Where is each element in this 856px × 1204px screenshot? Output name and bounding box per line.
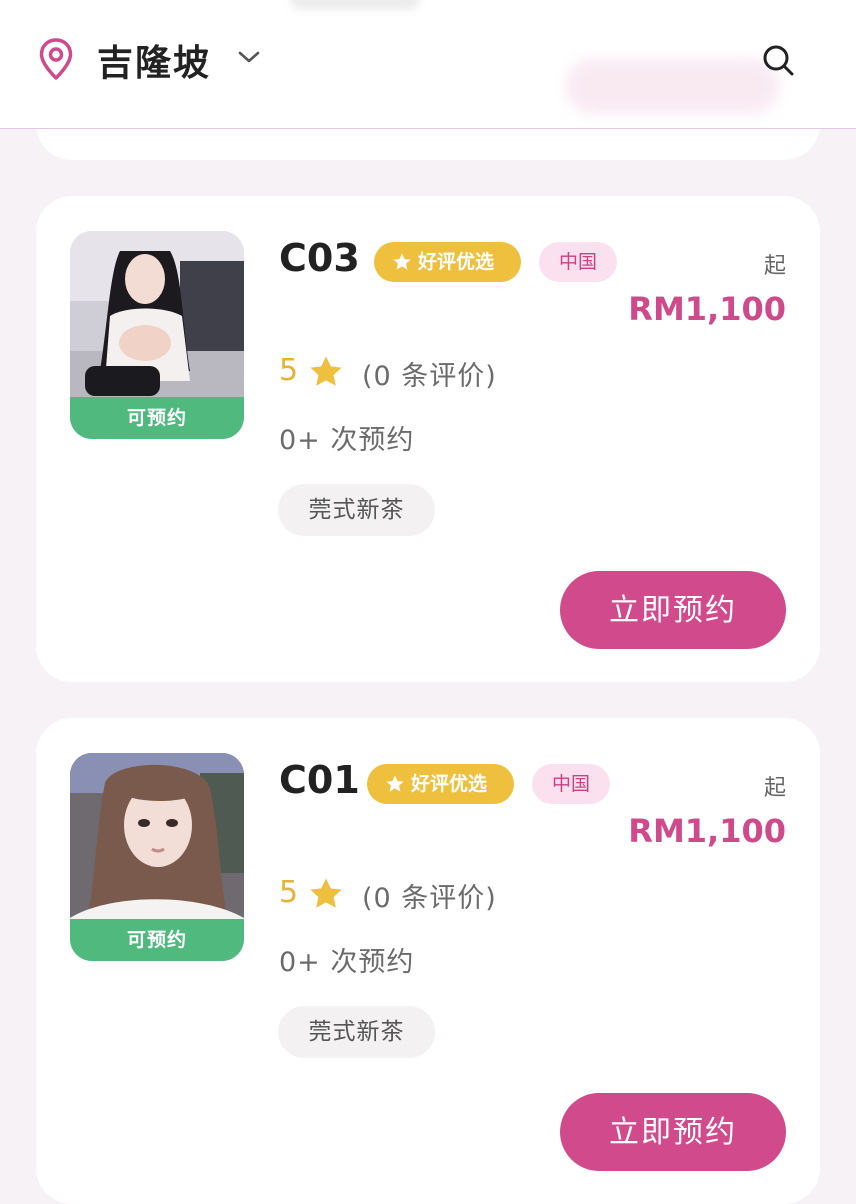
price-prefix: 起	[763, 776, 786, 801]
blurred-element	[565, 58, 780, 114]
good-review-label: 好评优选	[418, 251, 495, 273]
review-count: (0 条评价)	[362, 361, 497, 392]
book-now-button[interactable]: 立即预约	[560, 571, 786, 649]
blurred-element	[290, 0, 420, 10]
search-icon[interactable]	[760, 42, 796, 78]
rating-value: 5	[279, 875, 299, 910]
review-count: (0 条评价)	[362, 883, 497, 914]
booking-count: 0+ 次预约	[279, 947, 415, 978]
listing-card[interactable]: 可预约 C01 好评优选 中国 起 RM1,100 5 (0 条评价) 0+ 次…	[36, 718, 820, 1204]
availability-badge: 可预约	[70, 397, 244, 439]
listing-code: C03	[279, 236, 360, 280]
region-badge: 中国	[539, 242, 617, 282]
chevron-down-icon[interactable]	[236, 47, 262, 67]
price-prefix: 起	[763, 254, 786, 279]
price: RM1,100	[628, 812, 786, 850]
good-review-label: 好评优选	[411, 773, 488, 795]
book-now-button[interactable]: 立即预约	[560, 1093, 786, 1171]
region-badge: 中国	[532, 764, 610, 804]
service-tag: 莞式新茶	[278, 1006, 435, 1058]
service-tag: 莞式新茶	[278, 484, 435, 536]
listing-code: C01	[279, 758, 360, 802]
top-header: 吉隆坡	[0, 0, 856, 129]
good-review-badge: 好评优选	[374, 242, 521, 282]
booking-count: 0+ 次预约	[279, 425, 415, 456]
star-icon	[310, 356, 342, 386]
star-icon	[386, 775, 404, 792]
availability-badge: 可预约	[70, 919, 244, 961]
rating-value: 5	[279, 353, 299, 388]
good-review-badge: 好评优选	[367, 764, 514, 804]
star-icon	[310, 878, 342, 908]
profile-photo[interactable]: 可预约	[70, 231, 244, 439]
location-pin-icon[interactable]	[38, 37, 74, 81]
profile-photo[interactable]: 可预约	[70, 753, 244, 961]
listing-card[interactable]: 可预约 C03 好评优选 中国 起 RM1,100 5 (0 条评价) 0+ 次…	[36, 196, 820, 682]
city-selector-label[interactable]: 吉隆坡	[97, 34, 211, 86]
star-icon	[393, 253, 411, 270]
price: RM1,100	[628, 290, 786, 328]
